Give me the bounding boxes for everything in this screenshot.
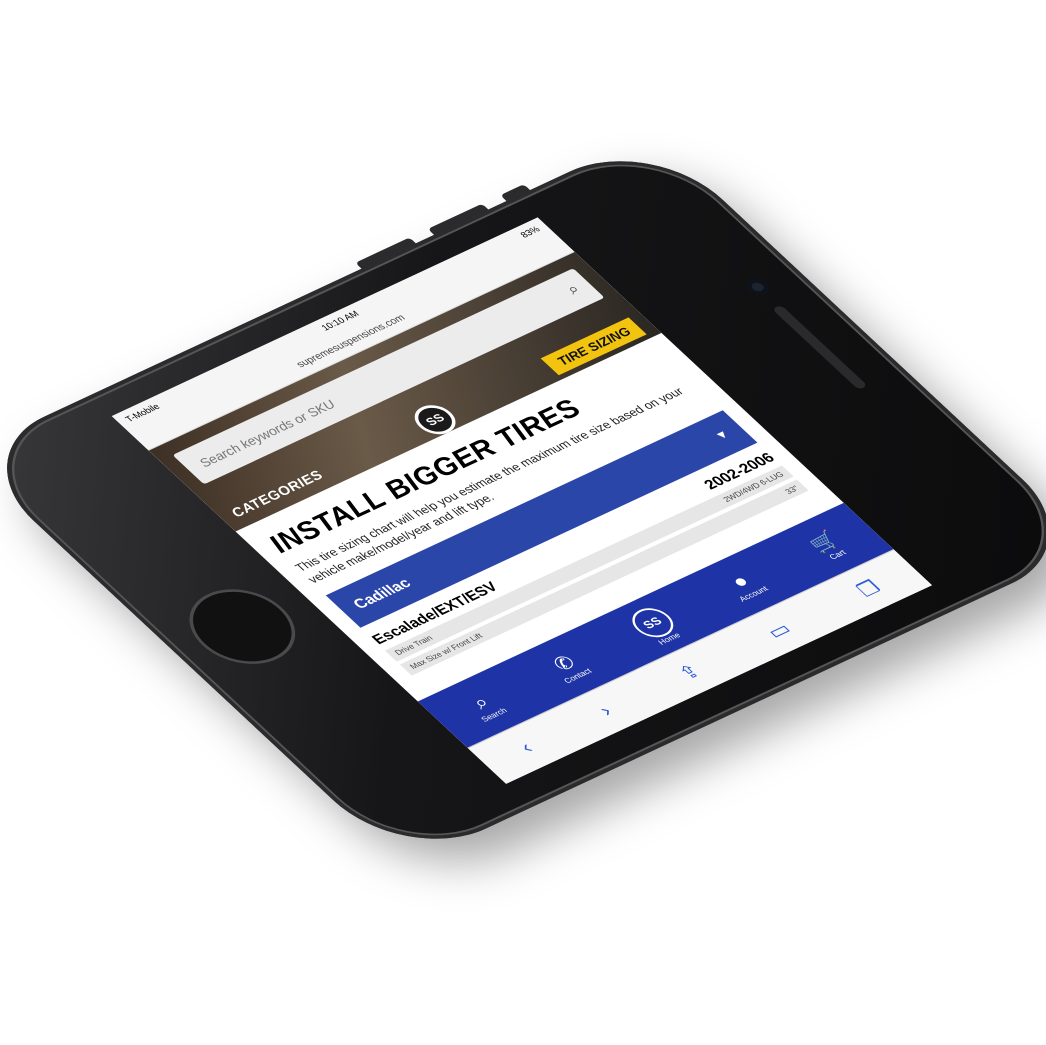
back-icon[interactable]: ‹ — [515, 738, 539, 758]
share-icon[interactable]: ⇪ — [672, 659, 707, 684]
stage: T-Mobile 10:10 AM 83% supremesuspensions… — [0, 0, 1046, 1045]
tab-account[interactable]: ● Account — [718, 567, 770, 603]
search-submit-icon[interactable]: ⌕ — [563, 281, 585, 298]
bookmarks-icon[interactable]: ▭ — [760, 617, 797, 643]
forward-icon[interactable]: › — [594, 701, 618, 721]
caret-down-icon: ▼ — [711, 427, 733, 443]
tab-home[interactable]: SS Home — [623, 602, 688, 649]
battery-level: 83% — [518, 224, 543, 240]
tab-contact[interactable]: ✆ Contact — [542, 649, 593, 685]
tab-search[interactable]: ⌕ Search — [460, 688, 509, 723]
make-selected-value: Cadillac — [349, 575, 415, 612]
tabs-icon[interactable]: ❐ — [850, 575, 886, 601]
tab-cart[interactable]: 🛒 Cart — [804, 528, 853, 563]
spec-value-max: 33" — [783, 484, 801, 496]
phone-device: T-Mobile 10:10 AM 83% supremesuspensions… — [0, 133, 1046, 867]
